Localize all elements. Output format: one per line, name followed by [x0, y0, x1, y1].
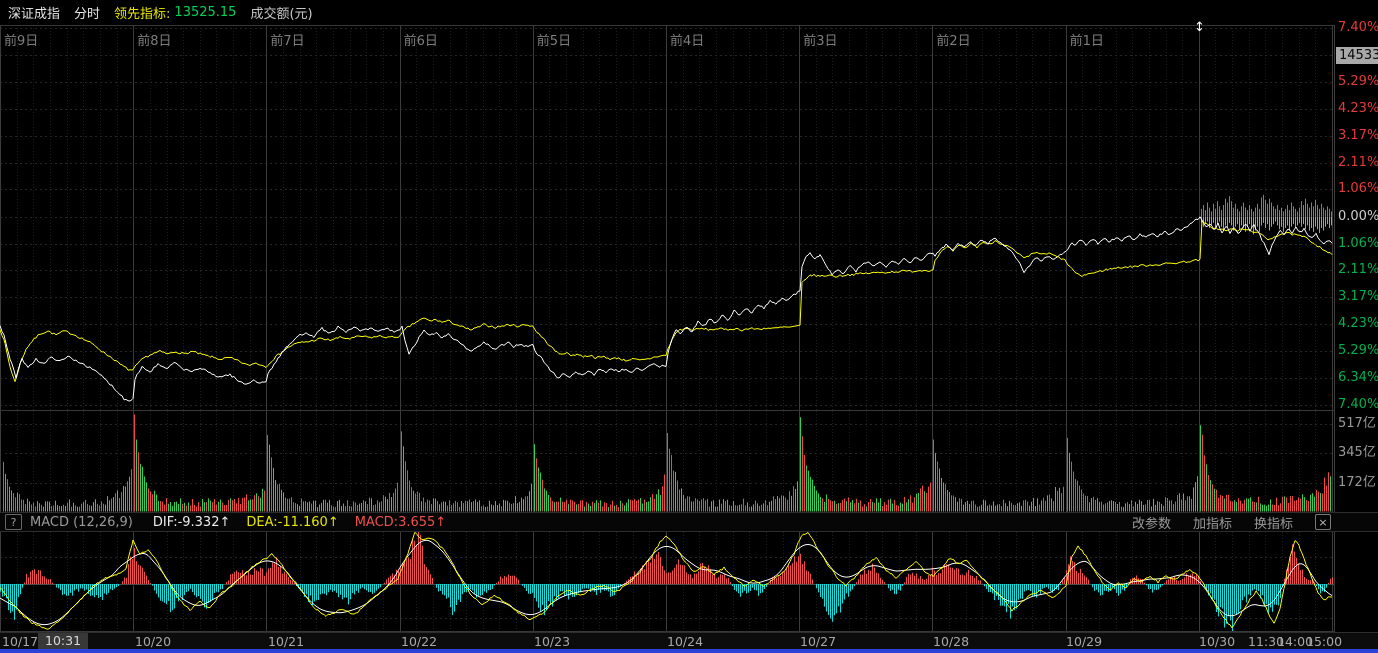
price-axis-label: 5.29%: [1338, 343, 1378, 359]
time-label: 15:00: [1306, 634, 1342, 649]
volume-axis-label: 517亿: [1338, 416, 1378, 432]
macd-toolbar: ? MACD (12,26,9) DIF:-9.332↑ DEA:-11.160…: [0, 512, 1378, 532]
price-axis-value-badge: 14533.: [1336, 47, 1378, 64]
close-indicator-icon[interactable]: ×: [1315, 514, 1331, 530]
add-indicator-button[interactable]: 加指标: [1193, 513, 1232, 532]
app-window: 深证成指 分时 领先指标: 13525.15 成交额(元) 前9日 前8日 前7日 前…: [0, 0, 1378, 653]
macd-chart-canvas[interactable]: [0, 532, 1334, 632]
price-axis-label: 2.11%: [1338, 262, 1378, 278]
time-label: 10/20: [135, 634, 171, 649]
time-label: 10/27: [800, 634, 836, 649]
price-axis-label: 2.11%: [1338, 155, 1378, 171]
volume-panel-top-border: [0, 410, 1335, 411]
price-chart-canvas[interactable]: [0, 25, 1334, 411]
volume-chart-canvas[interactable]: [0, 411, 1334, 512]
chart-mode-label: 分时: [74, 3, 100, 22]
help-icon[interactable]: ?: [5, 514, 22, 530]
day-label: 前8日: [137, 30, 171, 49]
price-axis-label: 0.00%: [1338, 209, 1378, 225]
macd-dif-value: DIF:-9.332↑: [153, 515, 231, 530]
price-axis-label: 7.40%: [1338, 397, 1378, 413]
price-axis-label: 7.40%: [1338, 20, 1378, 36]
price-axis-label: 4.23%: [1338, 101, 1378, 117]
day-label: 前2日: [936, 30, 970, 49]
leading-indicator-value: 13525.15: [174, 5, 236, 20]
turnover-label: 成交额(元): [250, 3, 312, 22]
day-label: 前4日: [670, 30, 704, 49]
time-label: 10/29: [1066, 634, 1102, 649]
day-label: 前1日: [1070, 30, 1104, 49]
day-label: 前5日: [537, 30, 571, 49]
time-label-highlighted: 10:31: [38, 633, 88, 649]
resize-cursor-icon: ↕: [1194, 20, 1205, 35]
time-label: 10/24: [667, 634, 703, 649]
price-axis-label: 1.06%: [1338, 181, 1378, 197]
volume-axis-label: 345亿: [1338, 445, 1378, 461]
plot-right-border: [1334, 25, 1335, 632]
price-panel-top-border: [0, 25, 1335, 26]
volume-axis-label: 172亿: [1338, 475, 1378, 491]
price-axis-label: 6.34%: [1338, 370, 1378, 386]
price-axis-label: 5.29%: [1338, 74, 1378, 90]
day-label: 前7日: [270, 30, 304, 49]
window-bottom-strip: [0, 649, 1378, 653]
time-label: 10/28: [933, 634, 969, 649]
macd-indicator-name: MACD (12,26,9): [30, 515, 133, 530]
day-label: 前9日: [4, 30, 38, 49]
price-axis-label: 4.23%: [1338, 316, 1378, 332]
time-label: 10/21: [268, 634, 304, 649]
time-label: 10/23: [534, 634, 570, 649]
leading-indicator-label: 领先指标:: [114, 3, 170, 22]
time-label: 10/30: [1199, 634, 1235, 649]
switch-indicator-button[interactable]: 换指标: [1254, 513, 1293, 532]
change-params-button[interactable]: 改参数: [1132, 513, 1171, 532]
index-name: 深证成指: [8, 3, 60, 22]
price-axis-label: 3.17%: [1338, 289, 1378, 305]
header: 深证成指 分时 领先指标: 13525.15 成交额(元): [0, 0, 1378, 25]
price-axis-label: 1.06%: [1338, 236, 1378, 252]
macd-dea-value: DEA:-11.160↑: [246, 515, 338, 530]
price-axis-label: 3.17%: [1338, 128, 1378, 144]
time-label: 10/17: [2, 634, 38, 649]
macd-macd-value: MACD:3.655↑: [355, 515, 446, 530]
day-label: 前3日: [803, 30, 837, 49]
time-label: 10/22: [401, 634, 437, 649]
time-axis: 10/1710:31 10/20 10/21 10/22 10/23 10/24 10/27…: [0, 632, 1378, 649]
day-label: 前6日: [404, 30, 438, 49]
